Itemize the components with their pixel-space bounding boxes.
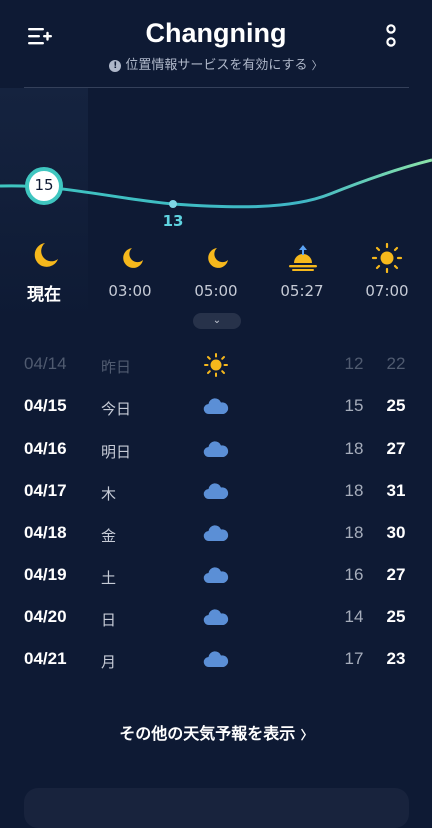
cloud-icon xyxy=(203,398,229,415)
daily-date: 04/21 xyxy=(24,649,67,668)
more-forecast-label: その他の天気予報を表示 xyxy=(119,724,296,743)
location-prompt-text: 位置情報サービスを有効にする xyxy=(125,58,308,73)
daily-high: 25 xyxy=(386,396,406,415)
daily-high: 31 xyxy=(386,481,406,500)
cloud-icon xyxy=(203,441,229,458)
daily-row[interactable]: 04/18 金 18 30 xyxy=(0,515,432,555)
daily-low: 17 xyxy=(344,649,364,668)
daily-high: 25 xyxy=(386,607,406,626)
daily-high: 27 xyxy=(386,565,406,584)
hour-label-now: 現在 xyxy=(27,285,61,305)
expand-hourly-button[interactable]: ⌄ xyxy=(193,313,241,329)
daily-day: 月 xyxy=(101,653,117,671)
daily-row[interactable]: 04/20 日 14 25 xyxy=(0,599,432,639)
daily-date: 04/17 xyxy=(24,481,67,500)
daily-row[interactable]: 04/14 昨日 12 22 xyxy=(0,346,432,386)
daily-date: 04/20 xyxy=(24,607,67,626)
sun-icon xyxy=(204,353,228,377)
daily-low: 12 xyxy=(344,354,364,373)
daily-row[interactable]: 04/16 明日 18 27 xyxy=(0,431,432,471)
more-forecast-link[interactable]: その他の天気予報を表示 〉 xyxy=(0,720,432,744)
current-temp-value: 15 xyxy=(34,176,54,194)
daily-low: 18 xyxy=(344,481,364,500)
chevron-down-icon: ⌄ xyxy=(212,315,222,326)
daily-day: 土 xyxy=(101,569,117,587)
min-temp-point xyxy=(169,200,177,208)
daily-date: 04/18 xyxy=(24,523,67,542)
daily-day: 日 xyxy=(101,611,117,629)
daily-date: 04/15 xyxy=(24,396,67,415)
daily-date: 04/16 xyxy=(24,439,67,458)
min-temp-label: 13 xyxy=(162,212,184,230)
daily-row[interactable]: 04/17 木 18 31 xyxy=(0,473,432,513)
city-title: Changning xyxy=(145,18,287,48)
daily-low: 14 xyxy=(344,607,364,626)
cloud-icon xyxy=(203,609,229,626)
moon-icon xyxy=(208,248,228,268)
daily-row[interactable]: 04/19 土 16 27 xyxy=(0,557,432,597)
info-icon: ! xyxy=(109,60,122,72)
daily-high: 27 xyxy=(386,439,406,458)
bottom-card xyxy=(24,788,409,828)
moon-icon xyxy=(34,243,58,267)
daily-day: 今日 xyxy=(101,400,132,418)
daily-low: 18 xyxy=(344,439,364,458)
daily-high: 30 xyxy=(386,523,406,542)
chevron-right-icon: 〉 xyxy=(300,728,313,742)
daily-day: 昨日 xyxy=(101,358,132,376)
hour-label: 03:00 xyxy=(108,282,152,300)
hour-label: 07:00 xyxy=(365,282,409,300)
location-service-link[interactable]: ! 位置情報サービスを有効にする 〉 xyxy=(0,54,432,73)
daily-high: 23 xyxy=(386,649,406,668)
daily-low: 15 xyxy=(344,396,364,415)
more-options-icon[interactable] xyxy=(380,22,402,50)
daily-date: 04/19 xyxy=(24,565,67,584)
cloud-icon xyxy=(203,567,229,584)
temperature-curve xyxy=(0,158,432,209)
daily-row[interactable]: 04/15 今日 15 25 xyxy=(0,388,432,428)
moon-icon xyxy=(123,248,143,268)
daily-high: 22 xyxy=(386,354,406,373)
daily-low: 18 xyxy=(344,523,364,542)
daily-row[interactable]: 04/21 月 17 23 xyxy=(0,641,432,681)
daily-day: 明日 xyxy=(101,443,132,461)
hour-label: 05:27 xyxy=(280,282,324,300)
cloud-icon xyxy=(203,525,229,542)
hour-label: 05:00 xyxy=(194,282,238,300)
daily-low: 16 xyxy=(344,565,364,584)
daily-day: 木 xyxy=(101,485,117,503)
sunrise-icon xyxy=(289,245,317,271)
sun-icon xyxy=(371,243,403,273)
cloud-icon xyxy=(203,651,229,668)
daily-date: 04/14 xyxy=(24,354,67,373)
cloud-icon xyxy=(203,483,229,500)
daily-day: 金 xyxy=(101,527,117,545)
chevron-right-icon: 〉 xyxy=(311,59,323,72)
